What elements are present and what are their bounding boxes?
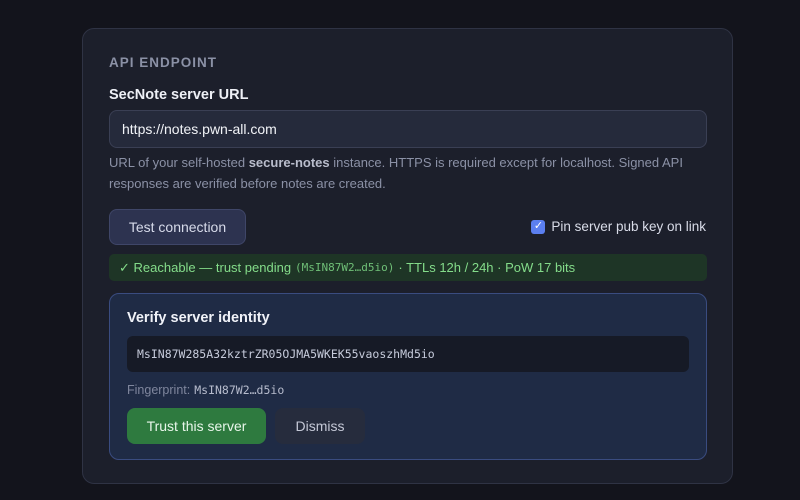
server-url-help: URL of your self-hosted secure-notes ins…: [109, 153, 709, 194]
pin-pubkey-checkbox[interactable]: ✓: [531, 219, 546, 234]
connection-status-banner: ✓ Reachable — trust pending (MsIN87W2…d5…: [109, 254, 707, 281]
dismiss-button[interactable]: Dismiss: [275, 408, 365, 444]
test-connection-button[interactable]: Test connection: [109, 209, 246, 245]
fingerprint-value: MsIN87W2…d5io: [194, 383, 285, 397]
pin-pubkey-toggle[interactable]: ✓ Pin server pub key on link: [531, 219, 706, 234]
status-text: ✓ Reachable — trust pending: [119, 259, 292, 275]
help-emphasis: secure-notes: [248, 155, 330, 170]
section-title: API ENDPOINT: [109, 55, 218, 70]
status-fingerprint: (MsIN87W2…d5io): [295, 261, 395, 274]
fingerprint-label: Fingerprint:: [127, 383, 191, 397]
pin-pubkey-label: Pin server pub key on link: [551, 219, 706, 234]
server-url-label: SecNote server URL: [109, 87, 249, 103]
verify-identity-panel: Verify server identity MsIN87W285A32kztr…: [109, 293, 707, 460]
status-details: · TTLs 12h / 24h · PoW 17 bits: [398, 260, 576, 275]
verify-title: Verify server identity: [127, 310, 270, 326]
fingerprint-row: Fingerprint: MsIN87W2…d5io: [127, 383, 284, 397]
trust-server-button[interactable]: Trust this server: [127, 408, 266, 444]
help-prefix: URL of your self-hosted: [109, 155, 249, 170]
server-url-input[interactable]: [109, 110, 707, 148]
api-endpoint-card: API ENDPOINT SecNote server URL URL of y…: [82, 28, 733, 484]
server-public-key: MsIN87W285A32kztrZR05OJMA5WKEK55vaoszhMd…: [127, 336, 689, 372]
